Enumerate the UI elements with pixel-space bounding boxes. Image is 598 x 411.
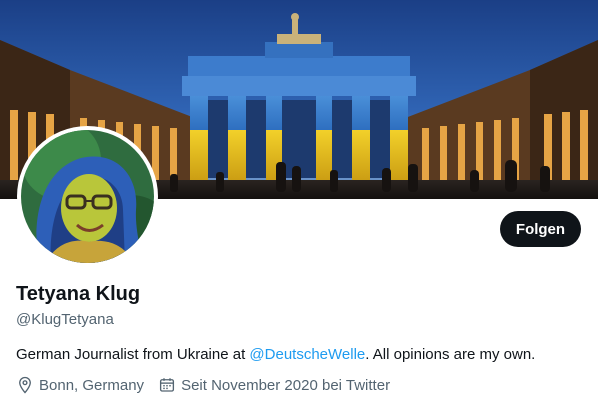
calendar-icon	[160, 378, 175, 392]
bio-text-prefix: German Journalist from Ukraine at	[16, 346, 250, 363]
profile-handle: @KlugTetyana	[16, 311, 114, 328]
profile-meta: Bonn, Germany Seit November 2020 bei Twi…	[16, 376, 404, 394]
bio-text-suffix: . All opinions are my own.	[365, 346, 536, 363]
location-pin-icon	[19, 376, 31, 394]
profile-bio: German Journalist from Ukraine at @Deuts…	[16, 346, 535, 363]
joined-text: Seit November 2020 bei Twitter	[181, 376, 391, 394]
avatar-image	[21, 130, 154, 263]
joined-item: Seit November 2020 bei Twitter	[158, 376, 390, 394]
profile-name: Tetyana Klug	[16, 283, 141, 305]
bio-mention-link[interactable]: @DeutscheWelle	[249, 346, 365, 363]
location-text: Bonn, Germany	[39, 376, 145, 394]
follow-button[interactable]: Folgen	[500, 211, 581, 247]
avatar[interactable]	[17, 126, 158, 267]
location-item: Bonn, Germany	[16, 376, 144, 394]
